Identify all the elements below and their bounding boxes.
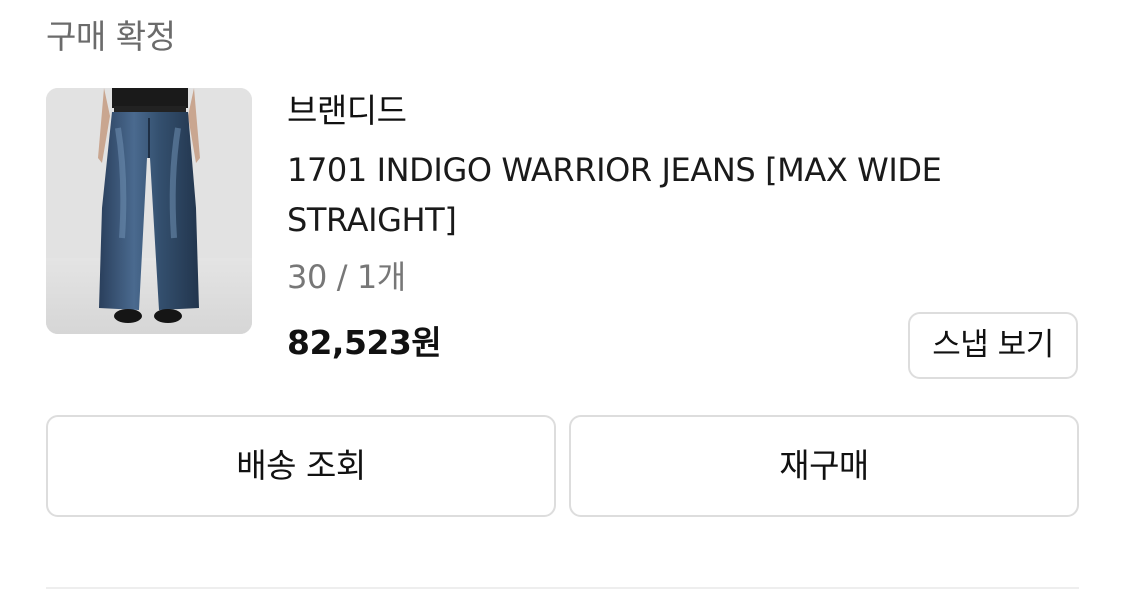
track-shipping-button[interactable]: 배송 조회: [46, 415, 556, 517]
product-option: 30 / 1개: [287, 258, 406, 296]
snap-view-button[interactable]: 스냅 보기: [908, 312, 1078, 379]
jeans-product-image: [46, 88, 252, 334]
product-name[interactable]: 1701 INDIGO WARRIOR JEANS [MAX WIDE STRA…: [287, 145, 1007, 245]
product-thumbnail[interactable]: [46, 88, 252, 334]
brand-name[interactable]: 브랜디드: [287, 88, 407, 134]
product-price: 82,523원: [287, 323, 442, 362]
rebuy-button[interactable]: 재구매: [569, 415, 1079, 517]
order-status-title: 구매 확정: [46, 17, 176, 56]
